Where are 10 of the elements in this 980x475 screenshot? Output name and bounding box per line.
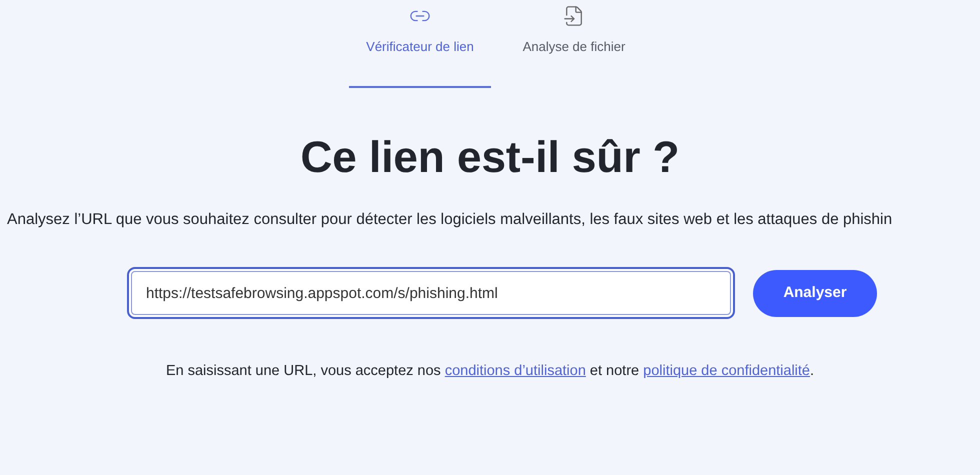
terms-text: En saisissant une URL, vous acceptez nos conditions d’utilisation et notre politique de confidentialité. — [166, 362, 814, 382]
page-title: Ce lien est-il sûr ? — [300, 132, 680, 184]
analyze-button[interactable]: Analyser — [753, 270, 877, 317]
tab[interactable]: Analyse de fichier — [503, 4, 645, 88]
url-field[interactable]: https://testsafebrowsing.appspot.com/s/phishing.html — [127, 267, 735, 320]
file-import-icon — [563, 5, 585, 27]
privacy-link[interactable]: politique de confidentialité — [643, 363, 810, 380]
tab[interactable]: Vérificateur de lien — [349, 4, 491, 88]
terms-link[interactable]: conditions d’utilisation — [444, 363, 586, 380]
subtitle: Analysez l’URL que vous souhaitez consulter pour détecter les logiciels malveillants, les faux sites web et les attaques de phishin — [7, 210, 892, 230]
